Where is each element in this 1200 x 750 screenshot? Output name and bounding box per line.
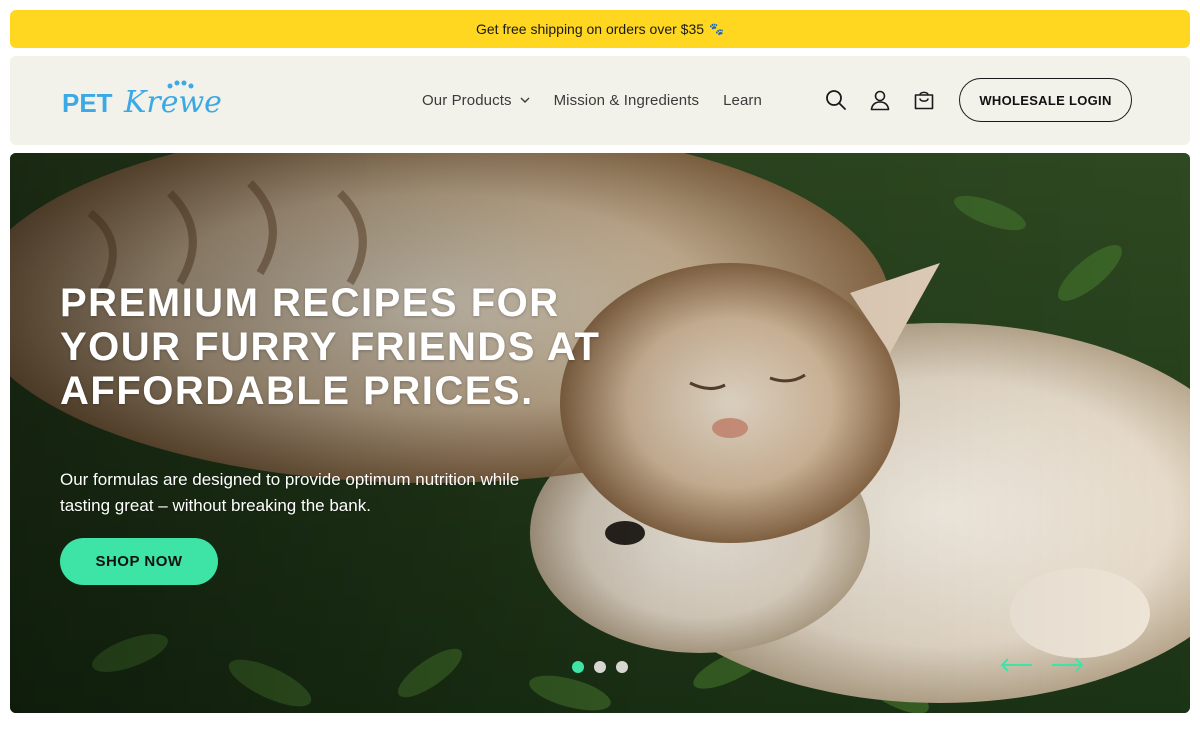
- slide-dot-3[interactable]: [616, 661, 628, 673]
- nav-our-products[interactable]: Our Products: [422, 92, 530, 109]
- site-header: PET Krewe Our Products Mission & Ingredi…: [10, 56, 1190, 145]
- announcement-text: Get free shipping on orders over $35: [476, 21, 705, 37]
- chevron-down-icon: [520, 97, 530, 104]
- hero-slideshow: PREMIUM RECIPES FOR YOUR FURRY FRIENDS A…: [10, 153, 1190, 713]
- slide-dot-1[interactable]: [572, 661, 584, 673]
- hero-title: PREMIUM RECIPES FOR YOUR FURRY FRIENDS A…: [60, 281, 601, 413]
- shop-now-button[interactable]: SHOP NOW: [60, 538, 218, 585]
- logo-text-krewe: Krewe: [123, 85, 222, 120]
- slide-dot-2[interactable]: [594, 661, 606, 673]
- paw-icon: 🐾: [709, 22, 724, 36]
- nav-label: Our Products: [422, 92, 512, 109]
- search-icon[interactable]: [822, 86, 850, 114]
- account-icon[interactable]: [866, 86, 894, 114]
- arrow-left-icon[interactable]: [1000, 653, 1034, 677]
- slide-indicators: [572, 661, 638, 673]
- cart-icon[interactable]: [910, 86, 938, 114]
- hero-subtitle: Our formulas are designed to provide opt…: [60, 470, 520, 515]
- nav-label: Mission & Ingredients: [553, 92, 700, 109]
- announcement-bar: Get free shipping on orders over $35 🐾: [10, 10, 1190, 48]
- logo-text-pet: PET: [62, 88, 113, 118]
- nav-learn[interactable]: Learn: [723, 92, 762, 109]
- nav-label: Learn: [723, 92, 762, 109]
- main-nav: Our Products Mission & Ingredients Learn: [422, 56, 786, 145]
- arrow-right-icon[interactable]: [1050, 653, 1084, 677]
- nav-mission-ingredients[interactable]: Mission & Ingredients: [554, 92, 700, 109]
- wholesale-login-button[interactable]: WHOLESALE LOGIN: [959, 78, 1132, 122]
- logo[interactable]: PET Krewe: [62, 80, 282, 124]
- hero-image: [10, 153, 1190, 713]
